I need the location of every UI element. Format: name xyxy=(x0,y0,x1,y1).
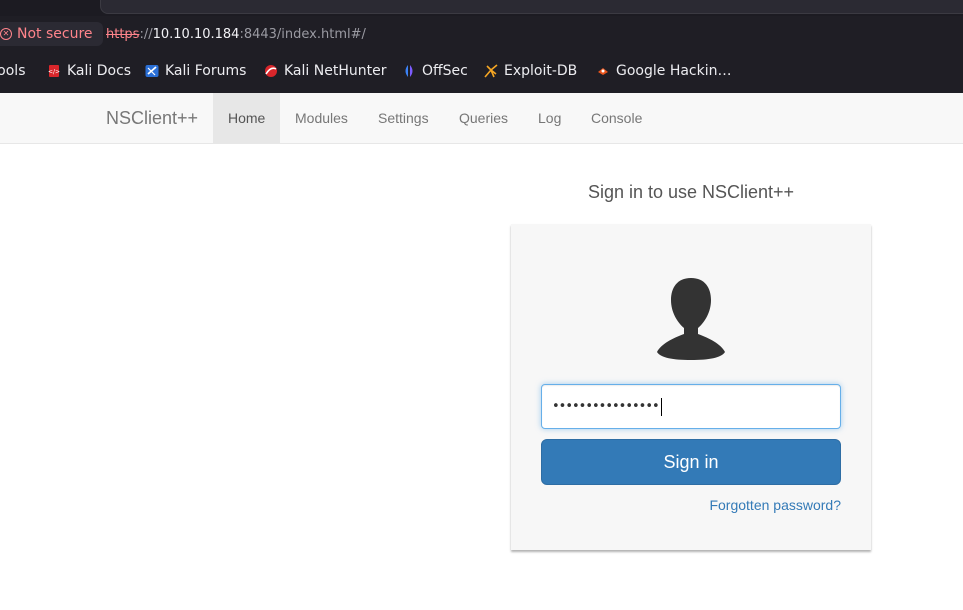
google-hacking-icon xyxy=(598,68,608,75)
url-path: :8443/index.html#/ xyxy=(239,27,366,42)
bookmark-google-hacking[interactable]: Google Hackin… xyxy=(596,63,732,79)
url-protocol: https xyxy=(106,27,140,42)
brand-title[interactable]: NSClient++ xyxy=(106,108,198,129)
svg-text:</>: </> xyxy=(48,69,60,76)
browser-tab[interactable] xyxy=(100,0,963,14)
kali-nethunter-icon xyxy=(265,65,277,77)
nav-home[interactable]: Home xyxy=(213,93,280,143)
password-value: •••••••••••••••• xyxy=(552,399,660,414)
bookmark-kali-nethunter[interactable]: Kali NetHunter xyxy=(264,63,386,79)
forgot-password-link[interactable]: Forgotten password? xyxy=(709,497,841,513)
bookmark-label: Kali NetHunter xyxy=(284,63,387,79)
bookmark-kali-docs[interactable]: </> Kali Docs xyxy=(47,63,131,79)
address-bar[interactable]: ✕ Not secure https://10.10.10.184:8443/i… xyxy=(0,16,963,54)
tab-strip xyxy=(0,0,963,16)
exploit-db-icon xyxy=(484,64,498,78)
top-navbar: NSClient++ Home Modules Settings Queries… xyxy=(0,93,963,144)
user-avatar-icon xyxy=(657,278,725,360)
bookmark-tools[interactable]: Tools xyxy=(0,63,26,79)
kali-docs-icon: </> xyxy=(48,65,60,77)
password-field[interactable]: •••••••••••••••• xyxy=(541,384,841,429)
site-security-indicator[interactable]: ✕ Not secure xyxy=(0,22,103,46)
nav-modules[interactable]: Modules xyxy=(280,93,363,143)
signin-card: •••••••••••••••• Sign in Forgotten passw… xyxy=(511,224,871,550)
not-secure-label: Not secure xyxy=(17,26,93,42)
nav-log[interactable]: Log xyxy=(523,93,576,143)
bookmark-label: Tools xyxy=(0,63,26,79)
bookmark-label: Google Hackin… xyxy=(616,63,732,79)
nav-settings[interactable]: Settings xyxy=(363,93,444,143)
sign-in-button[interactable]: Sign in xyxy=(541,439,841,485)
url-text[interactable]: https://10.10.10.184:8443/index.html#/ xyxy=(106,27,366,42)
bookmark-kali-forums[interactable]: Kali Forums xyxy=(145,63,246,79)
nav-console[interactable]: Console xyxy=(576,93,657,143)
not-secure-icon: ✕ xyxy=(0,28,12,40)
text-caret xyxy=(660,397,662,416)
signin-heading: Sign in to use NSClient++ xyxy=(587,182,795,202)
offsec-icon xyxy=(405,65,413,77)
nav-queries[interactable]: Queries xyxy=(444,93,523,143)
url-separator: :// xyxy=(139,27,153,42)
kali-forums-icon xyxy=(145,65,159,77)
bookmark-label: OffSec xyxy=(422,63,468,79)
bookmark-label: Exploit-DB xyxy=(504,63,578,79)
bookmark-exploit-db[interactable]: Exploit-DB xyxy=(484,63,577,79)
bookmark-label: Kali Docs xyxy=(67,63,132,79)
bookmark-label: Kali Forums xyxy=(165,63,247,79)
browser-chrome: ✕ Not secure https://10.10.10.184:8443/i… xyxy=(0,0,963,94)
bookmarks-toolbar: Tools </> Kali Docs Kali Forums Kali Net… xyxy=(0,54,963,94)
url-host: 10.10.10.184 xyxy=(152,27,240,42)
bookmark-offsec[interactable]: OffSec xyxy=(402,63,468,79)
